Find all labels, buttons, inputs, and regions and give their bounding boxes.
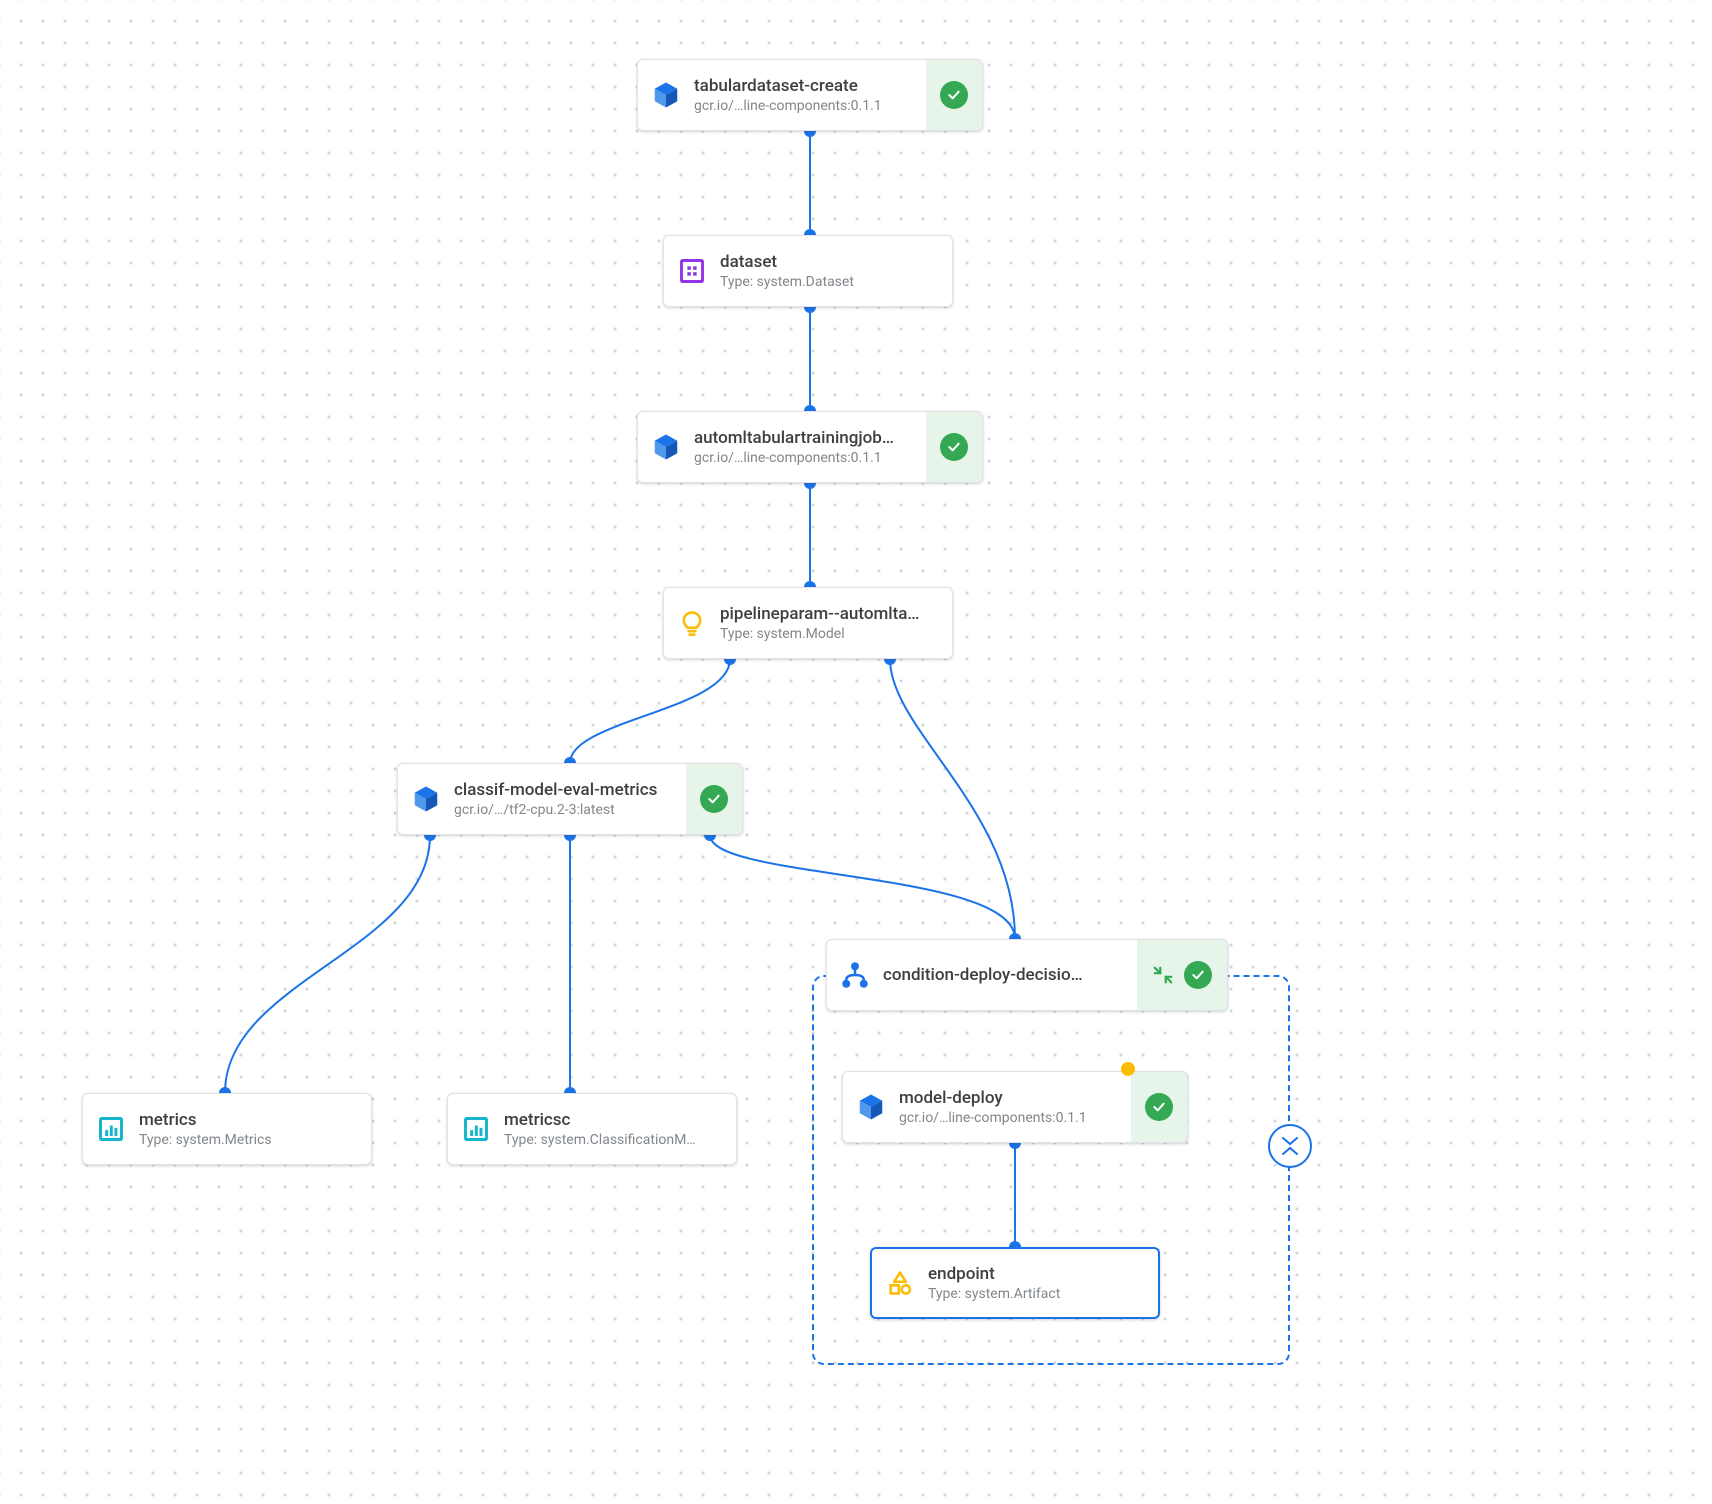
pipeline-canvas[interactable]: condition-deploy-decisio… tabulardataset…	[0, 0, 1712, 1504]
node-title: metrics	[139, 1110, 361, 1130]
node-classif-eval[interactable]: classif-model-eval-metrics gcr.io/…/tf2-…	[397, 763, 743, 835]
collapse-group-button[interactable]	[1268, 1124, 1312, 1168]
cube-icon	[411, 784, 441, 814]
node-title: classif-model-eval-metrics	[454, 780, 676, 800]
node-subtitle: Type: system.ClassificationM…	[504, 1132, 726, 1148]
node-title: model-deploy	[899, 1088, 1121, 1108]
cube-icon	[856, 1092, 886, 1122]
node-metrics[interactable]: metrics Type: system.Metrics	[82, 1093, 372, 1165]
node-model-deploy[interactable]: model-deploy gcr.io/…line-components:0.1…	[842, 1071, 1188, 1143]
lightbulb-icon	[678, 609, 706, 637]
branch-icon	[840, 960, 870, 990]
dataset-icon	[678, 257, 706, 285]
warning-dot-icon	[1121, 1062, 1135, 1076]
success-check-icon	[700, 785, 728, 813]
node-title: automltabulartrainingjob…	[694, 428, 916, 448]
node-subtitle: Type: system.Dataset	[720, 274, 942, 290]
node-endpoint[interactable]: endpoint Type: system.Artifact	[870, 1247, 1160, 1319]
node-title: tabulardataset-create	[694, 76, 916, 96]
node-subtitle: gcr.io/…line-components:0.1.1	[694, 98, 916, 114]
shapes-icon	[886, 1269, 914, 1297]
node-title: dataset	[720, 252, 942, 272]
node-condition-deploy[interactable]: condition-deploy-decisio…	[826, 939, 1228, 1011]
node-subtitle: Type: system.Metrics	[139, 1132, 361, 1148]
metrics-icon	[462, 1115, 490, 1143]
metrics-icon	[97, 1115, 125, 1143]
success-check-icon	[940, 433, 968, 461]
node-subtitle: Type: system.Artifact	[928, 1286, 1148, 1302]
node-title: endpoint	[928, 1264, 1148, 1284]
node-subtitle: gcr.io/…/tf2-cpu.2-3:latest	[454, 802, 676, 818]
node-metricsc[interactable]: metricsc Type: system.ClassificationM…	[447, 1093, 737, 1165]
node-subtitle: Type: system.Model	[720, 626, 942, 642]
node-title: pipelineparam--automlta…	[720, 604, 942, 624]
chevron-down-icon	[1281, 1136, 1299, 1146]
cube-icon	[651, 80, 681, 110]
node-subtitle: gcr.io/…line-components:0.1.1	[694, 450, 916, 466]
success-check-icon	[940, 81, 968, 109]
node-title: metricsc	[504, 1110, 726, 1130]
success-check-icon	[1145, 1093, 1173, 1121]
cube-icon	[651, 432, 681, 462]
collapse-in-icon	[1152, 964, 1174, 986]
node-tabulardataset-create[interactable]: tabulardataset-create gcr.io/…line-compo…	[637, 59, 983, 131]
node-dataset[interactable]: dataset Type: system.Dataset	[663, 235, 953, 307]
chevron-up-icon	[1281, 1146, 1299, 1156]
node-subtitle: gcr.io/…line-components:0.1.1	[899, 1110, 1121, 1126]
node-pipelineparam[interactable]: pipelineparam--automlta… Type: system.Mo…	[663, 587, 953, 659]
node-automl-training[interactable]: automltabulartrainingjob… gcr.io/…line-c…	[637, 411, 983, 483]
success-check-icon	[1184, 961, 1212, 989]
node-title: condition-deploy-decisio…	[883, 965, 1137, 985]
